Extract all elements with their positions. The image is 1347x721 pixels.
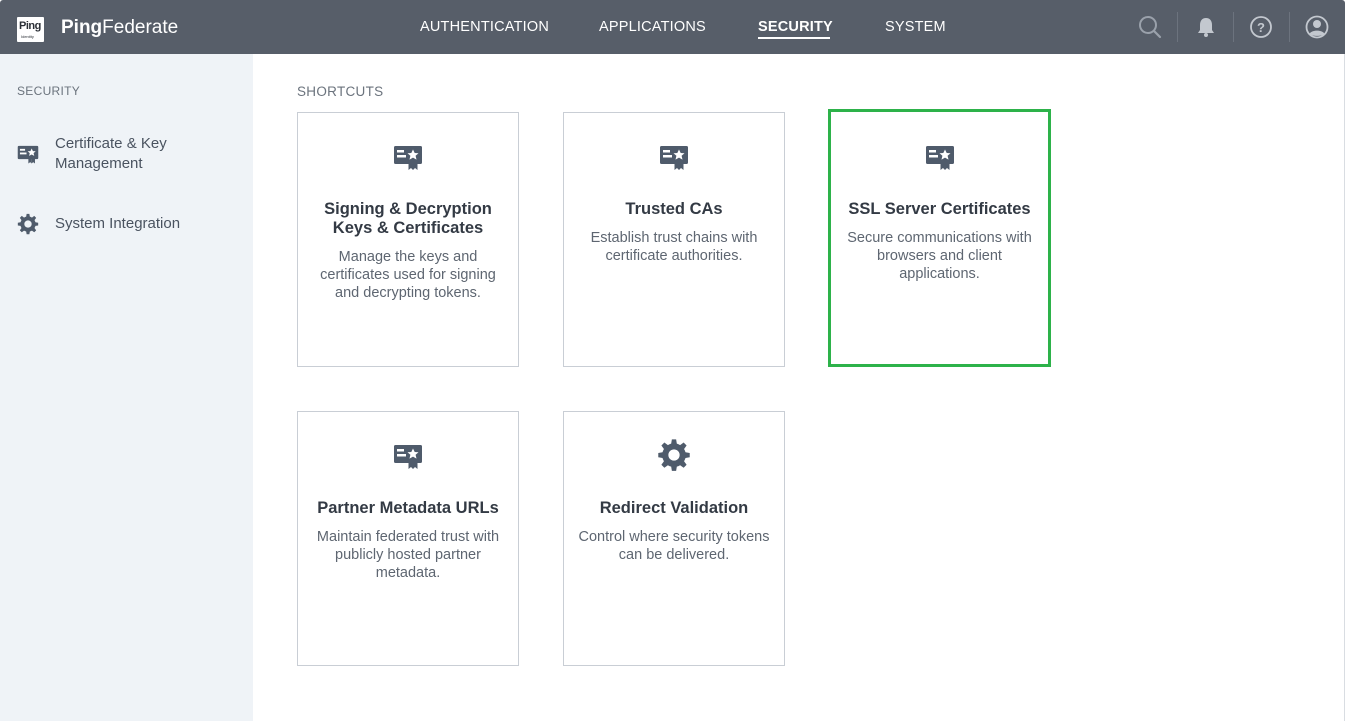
card-title: Partner Metadata URLs bbox=[317, 499, 499, 517]
top-navigation-bar: Ping Identity PingFederate AUTHENTICATIO… bbox=[0, 0, 1345, 54]
sidebar-item-label: Certificate & Key Management bbox=[55, 135, 167, 172]
card-description: Manage the keys and certificates used fo… bbox=[320, 249, 496, 301]
sidebar-item-label: System Integration bbox=[55, 215, 181, 232]
user-avatar-icon[interactable] bbox=[1304, 14, 1330, 40]
sidebar-item-system-integration[interactable]: System Integration bbox=[0, 212, 253, 236]
sidebar-item-certificate-key-management[interactable]: Certificate & Key Management bbox=[0, 134, 253, 178]
nav-system[interactable]: SYSTEM bbox=[885, 19, 946, 35]
gear-icon bbox=[657, 438, 691, 472]
nav-security[interactable]: SECURITY bbox=[758, 19, 833, 35]
card-description: Control where security tokens can be del… bbox=[578, 529, 770, 563]
search-icon[interactable] bbox=[1137, 14, 1163, 40]
card-description: Secure communications with browsers and … bbox=[847, 230, 1032, 282]
card-description: Maintain federated trust with publicly h… bbox=[316, 529, 500, 581]
toolbar-divider bbox=[1289, 12, 1290, 42]
card-title: SSL Server Certificates bbox=[848, 200, 1031, 218]
gear-icon bbox=[17, 213, 39, 235]
sidebar-heading: SECURITY bbox=[17, 84, 81, 98]
certificate-icon bbox=[659, 143, 689, 171]
section-title: SHORTCUTS bbox=[297, 84, 384, 99]
shortcut-card-trusted-cas[interactable]: Trusted CAs Establish trust chains with … bbox=[563, 112, 785, 367]
product-name: PingFederate bbox=[61, 17, 178, 39]
app-window: Ping Identity PingFederate AUTHENTICATIO… bbox=[0, 0, 1347, 721]
nav-active-underline bbox=[758, 37, 830, 39]
toolbar-divider bbox=[1233, 12, 1234, 42]
card-title: Signing & Decryption Keys & Certificates bbox=[324, 200, 492, 237]
shortcut-card-partner-metadata-urls[interactable]: Partner Metadata URLs Maintain federated… bbox=[297, 411, 519, 666]
logo-text: Ping bbox=[19, 20, 41, 32]
certificate-icon bbox=[393, 442, 423, 470]
sidebar: SECURITY Certificate & Key Management Sy… bbox=[0, 54, 253, 721]
toolbar-divider bbox=[1177, 12, 1178, 42]
brand-rest: Federate bbox=[102, 17, 179, 38]
card-description: Establish trust chains with certificate … bbox=[590, 230, 758, 264]
window-right-border bbox=[1344, 54, 1345, 721]
nav-applications[interactable]: APPLICATIONS bbox=[599, 19, 706, 35]
shortcut-card-ssl-server-certificates[interactable]: SSL Server Certificates Secure communica… bbox=[828, 109, 1051, 367]
card-title: Redirect Validation bbox=[599, 499, 749, 517]
certificate-icon bbox=[393, 143, 423, 171]
brand-bold: Ping bbox=[61, 17, 103, 38]
logo-subtext: Identity bbox=[21, 34, 34, 39]
bell-icon[interactable] bbox=[1193, 14, 1219, 40]
shortcut-card-signing-decryption[interactable]: Signing & Decryption Keys & Certificates… bbox=[297, 112, 519, 367]
card-title: Trusted CAs bbox=[625, 200, 723, 218]
shortcut-card-redirect-validation[interactable]: Redirect Validation Control where securi… bbox=[563, 411, 785, 666]
ping-identity-logo[interactable]: Ping Identity bbox=[17, 17, 44, 42]
nav-authentication[interactable]: AUTHENTICATION bbox=[420, 19, 549, 35]
help-icon[interactable]: ? bbox=[1248, 14, 1274, 40]
certificate-icon bbox=[925, 143, 955, 171]
svg-text:?: ? bbox=[1257, 20, 1265, 35]
certificate-icon bbox=[17, 143, 39, 165]
